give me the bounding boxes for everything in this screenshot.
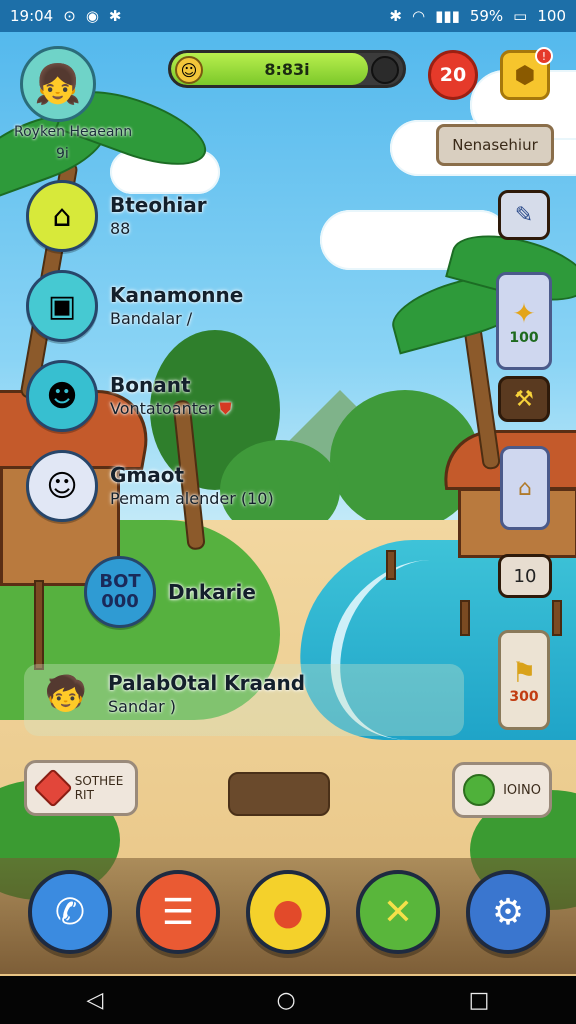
- center-slot[interactable]: [228, 772, 330, 816]
- menu-item-subtitle: Pemam alender (10): [110, 489, 274, 508]
- quest-button[interactable]: ✦ 100: [496, 272, 552, 370]
- edit-button[interactable]: ✎: [498, 190, 550, 240]
- menu-item-map[interactable]: ▣ Kanamonne Bandalar /: [26, 266, 243, 346]
- message-board-icon: ☰: [161, 891, 195, 933]
- signal-icon: ▮▮▮: [435, 6, 460, 25]
- chat-button[interactable]: ●: [246, 870, 330, 954]
- notice-button[interactable]: Nenasehiur: [436, 124, 554, 166]
- bomb-icon: [371, 56, 399, 84]
- phone-icon: ✆: [54, 891, 86, 933]
- menu-item-subtitle: Vontatoanter ⛊: [110, 399, 232, 418]
- green-gear-icon: [463, 774, 496, 806]
- clock: 19:04: [10, 7, 54, 25]
- menu-item-character[interactable]: ☻ Bonant Vontatoanter ⛊: [26, 356, 232, 436]
- circle-notification-icon: ◉: [85, 6, 99, 25]
- status-bar: 19:04 ⊙ ◉ ✱ ✱ ◠ ▮▮▮ 59% ▭ 100: [0, 0, 576, 32]
- phone-button[interactable]: ✆: [28, 870, 112, 954]
- bluetooth-icon: ✱: [389, 6, 402, 25]
- boy-avatar-icon: 🧒: [44, 674, 88, 714]
- quest-value: 100: [509, 329, 539, 346]
- info-button-label: IOINO: [503, 782, 541, 798]
- house-up-icon: ⌂: [518, 475, 532, 501]
- blocky-face-icon: ☻: [26, 360, 98, 432]
- battery-percent: 59%: [469, 7, 504, 25]
- red-shield-icon: ⛊: [219, 399, 232, 418]
- player-avatar[interactable]: 👧: [20, 46, 96, 122]
- tools-button[interactable]: ✕: [356, 870, 440, 954]
- player-name: Royken Heaeann: [14, 124, 133, 140]
- menu-item-title: Bteohiar: [110, 193, 207, 217]
- home-icon[interactable]: ○: [276, 988, 295, 1013]
- battery-icon: ▭: [513, 6, 528, 25]
- menu-item-home[interactable]: ⌂ Bteohiar 88: [26, 176, 207, 256]
- info-button[interactable]: IOINO: [452, 762, 552, 818]
- pencil-icon: ✎: [514, 202, 534, 228]
- map-scroll-icon: ▣: [26, 270, 98, 342]
- back-icon[interactable]: ◁: [87, 988, 104, 1013]
- settings-button[interactable]: ⚙: [466, 870, 550, 954]
- notification-dot: !: [535, 47, 553, 65]
- coin-badge-icon: BOT 000: [84, 556, 156, 628]
- gift-button[interactable]: ⬢ !: [500, 47, 553, 100]
- story-button[interactable]: SOTHEE RIT: [24, 760, 138, 816]
- bluetooth-icon: ✱: [108, 6, 122, 25]
- character-icon: ☺: [26, 450, 98, 522]
- tool-value: 300: [509, 688, 539, 705]
- wrench-icon: ✕: [382, 891, 414, 933]
- paintbrush-icon: ⚑: [511, 655, 537, 689]
- trophy-icon: ✦: [512, 296, 536, 330]
- pier-post: [386, 550, 396, 580]
- building-button[interactable]: ⌂: [500, 446, 550, 530]
- menu-item-coins[interactable]: BOT 000 Dnkarie: [84, 552, 256, 632]
- treasure-icon: ⬢: [514, 61, 536, 89]
- messages-button[interactable]: ☰: [136, 870, 220, 954]
- energy-badge[interactable]: 20: [428, 50, 478, 100]
- chat-bubble-icon: ●: [272, 891, 304, 933]
- menu-item-subtitle: 88: [110, 219, 131, 238]
- card-value: 10: [513, 565, 537, 587]
- menu-item-title: PalabOtal Kraand: [108, 671, 306, 695]
- wifi-icon: ◠: [411, 6, 426, 25]
- pier-post: [460, 600, 470, 636]
- story-button-label: SOTHEE RIT: [74, 774, 124, 802]
- menu-item-calendar[interactable]: ☺ Gmaot Pemam alender (10): [26, 446, 274, 526]
- sync-icon: ⊙: [63, 6, 76, 25]
- house-icon: ⌂: [26, 180, 98, 252]
- girl-avatar-icon: 👧: [34, 61, 82, 106]
- shop-button[interactable]: ⚒: [498, 376, 550, 422]
- tool-button[interactable]: ⚑ 300: [498, 630, 550, 730]
- menu-item-subtitle: Sandar ): [108, 697, 176, 716]
- android-nav-bar: ◁ ○ □: [0, 976, 576, 1024]
- recents-icon[interactable]: □: [469, 988, 490, 1013]
- menu-item-title: Bonant: [110, 373, 191, 397]
- xp-progress-text: 8:83i: [264, 60, 310, 79]
- gear-icon: ⚙: [491, 891, 525, 933]
- menu-item-title: Kanamonne: [110, 283, 244, 307]
- xp-progress-bar: ☺ 8:83i: [168, 50, 406, 88]
- player-level: 9i: [56, 146, 69, 162]
- hammer-icon: ⚒: [514, 386, 534, 412]
- menu-item-title: Gmaot: [110, 463, 185, 487]
- card-counter[interactable]: 10: [498, 554, 552, 598]
- menu-item-title: Dnkarie: [168, 580, 256, 604]
- diamond-icon: [32, 768, 73, 808]
- pier-post: [552, 600, 562, 636]
- menu-item-subtitle: Bandalar /: [110, 309, 193, 328]
- menu-item-kingdom[interactable]: 🧒 PalabOtal Kraand Sandar ): [36, 654, 305, 734]
- battery-level: 100: [537, 7, 566, 25]
